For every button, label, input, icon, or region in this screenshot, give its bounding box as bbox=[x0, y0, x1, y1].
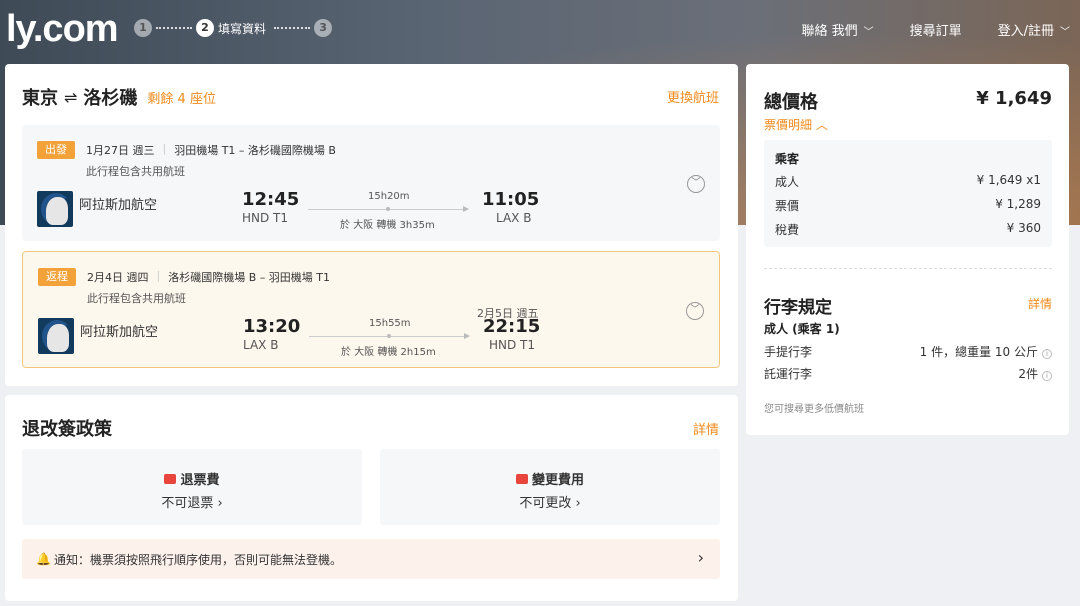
more-low-fares-link[interactable]: 您可搜尋更多低價航班 bbox=[764, 400, 864, 415]
expand-chevron-icon[interactable]: ﹀ bbox=[687, 175, 705, 193]
price-row-tax: 稅費 ¥ 360 bbox=[775, 221, 1041, 238]
codeshare-note: 此行程包含共用航班 bbox=[86, 165, 185, 178]
refund-fee-box[interactable]: 退票費 不可退票 › bbox=[22, 449, 362, 525]
segment-info: 2月4日 週四 | 洛杉磯國際機場 B – 羽田機場 T1 bbox=[87, 269, 330, 285]
checked-baggage-row: 託運行李 2件 i bbox=[764, 365, 1052, 382]
step-2-label: 填寫資料 bbox=[218, 21, 267, 36]
airline-name: 阿拉斯加航空 bbox=[80, 325, 159, 340]
baggage-value: 2件 bbox=[1018, 367, 1038, 381]
top-nav: 聯絡 我們 ﹀ 搜尋訂單 登入/註冊 ﹀ bbox=[801, 20, 1070, 39]
change-flight-link[interactable]: 更換航班 bbox=[667, 87, 719, 106]
flight-duration: 15h55m bbox=[369, 318, 411, 329]
site-logo[interactable]: ly.com bbox=[6, 8, 119, 51]
info-icon[interactable]: i bbox=[1042, 371, 1052, 381]
segment-outbound[interactable]: 出發 1月27日 週三 | 羽田機場 T1 – 洛杉磯國際機場 B 此行程包含共… bbox=[22, 125, 720, 241]
route-header: 東京 ⇌ 洛杉磯 剩餘 4 座位 bbox=[22, 84, 216, 110]
ticket-icon bbox=[164, 473, 177, 484]
nav-search-orders[interactable]: 搜尋訂單 bbox=[910, 20, 962, 39]
baggage-detail-link[interactable]: 詳情 bbox=[1028, 295, 1052, 312]
price-card: 總價格 ¥ 1,649 票價明細 ︿ 乘客 成人 ¥ 1,649 x1 票價 ¥… bbox=[746, 64, 1069, 435]
total-price-value: ¥ 1,649 bbox=[976, 88, 1052, 109]
change-title: 變更費用 bbox=[531, 473, 584, 488]
info-icon[interactable]: i bbox=[1042, 349, 1052, 359]
arrival-airport: LAX B bbox=[496, 211, 532, 225]
step-divider bbox=[274, 27, 311, 29]
price-detail-toggle[interactable]: 票價明細 ︿ bbox=[764, 116, 828, 133]
total-price-title: 總價格 bbox=[764, 92, 818, 113]
price-label: 票價 bbox=[775, 199, 800, 213]
passenger-title: 乘客 bbox=[775, 152, 800, 166]
destination-city: 洛杉磯 bbox=[83, 88, 138, 109]
expand-chevron-icon[interactable]: ﹀ bbox=[686, 302, 704, 320]
notice-bar[interactable]: 🔔 通知：機票須按照飛行順序使用，否則可能無法登機。 › bbox=[22, 539, 720, 579]
segment-info: 1月27日 週三 | 羽田機場 T1 – 洛杉磯國際機場 B bbox=[86, 142, 336, 158]
departure-time: 13:20 bbox=[243, 316, 301, 337]
change-value: 不可更改 › bbox=[519, 496, 581, 511]
chevron-down-icon: ﹀ bbox=[1060, 27, 1070, 38]
arrival-time: 22:15 bbox=[483, 316, 541, 337]
segment-route: 洛杉磯國際機場 B – 羽田機場 T1 bbox=[168, 271, 330, 284]
departure-airport: LAX B bbox=[243, 338, 279, 352]
step-1: 1 bbox=[134, 19, 152, 37]
baggage-label: 手提行李 bbox=[764, 345, 813, 359]
price-value: ¥ 1,649 x1 bbox=[976, 173, 1041, 187]
change-icon bbox=[515, 473, 528, 484]
airline-name: 阿拉斯加航空 bbox=[79, 198, 158, 213]
passenger-price-box: 乘客 成人 ¥ 1,649 x1 票價 ¥ 1,289 稅費 ¥ 360 bbox=[764, 140, 1052, 247]
transfer-info: 於 大阪 轉機 2h15m bbox=[341, 347, 436, 358]
segment-date: 1月27日 週三 bbox=[86, 144, 155, 157]
flight-track bbox=[309, 333, 470, 339]
change-fee-box[interactable]: 變更費用 不可更改 › bbox=[380, 449, 720, 525]
baggage-passenger: 成人 (乘客 1) bbox=[764, 322, 840, 336]
separator: | bbox=[156, 269, 161, 282]
separator: | bbox=[162, 142, 167, 155]
booking-steps: 1 2 填寫資料 3 bbox=[134, 19, 333, 37]
chevron-right-icon: › bbox=[697, 548, 704, 567]
segment-route: 羽田機場 T1 – 洛杉磯國際機場 B bbox=[174, 144, 336, 157]
policy-title: 退改簽政策 bbox=[22, 419, 112, 440]
price-row-adult: 成人 ¥ 1,649 x1 bbox=[775, 173, 1041, 190]
segment-return[interactable]: 返程 2月4日 週四 | 洛杉磯國際機場 B – 羽田機場 T1 此行程包含共用… bbox=[22, 251, 720, 368]
origin-city: 東京 bbox=[22, 88, 58, 109]
policy-detail-link[interactable]: 詳情 bbox=[693, 419, 719, 438]
segment-badge: 出發 bbox=[37, 141, 75, 159]
chevron-down-icon: ﹀ bbox=[863, 27, 874, 38]
round-trip-icon: ⇌ bbox=[64, 87, 78, 107]
refund-title: 退票費 bbox=[180, 473, 220, 488]
baggage-value: 1 件，總重量 10 公斤 bbox=[919, 345, 1038, 359]
flight-card: 東京 ⇌ 洛杉磯 剩餘 4 座位 更換航班 出發 1月27日 週三 | 羽田機場… bbox=[5, 64, 738, 386]
price-label: 成人 bbox=[775, 175, 800, 189]
flight-track bbox=[308, 206, 469, 212]
nav-contact[interactable]: 聯絡 我們 ﹀ bbox=[801, 20, 873, 39]
divider bbox=[764, 268, 1052, 269]
price-row-fare: 票價 ¥ 1,289 bbox=[775, 197, 1041, 214]
departure-time: 12:45 bbox=[242, 189, 300, 210]
arrival-time: 11:05 bbox=[482, 189, 540, 210]
transfer-info: 於 大阪 轉機 3h35m bbox=[340, 220, 435, 231]
top-bar: ly.com 1 2 填寫資料 3 聯絡 我們 ﹀ 搜尋訂單 登入/註冊 ﹀ bbox=[0, 0, 1080, 58]
carry-on-row: 手提行李 1 件，總重量 10 公斤 i bbox=[764, 343, 1052, 360]
arrival-airport: HND T1 bbox=[489, 338, 536, 352]
notice-text: 通知：機票須按照飛行順序使用，否則可能無法登機。 bbox=[54, 553, 343, 567]
price-value: ¥ 360 bbox=[1006, 221, 1041, 235]
refund-value: 不可退票 › bbox=[161, 496, 223, 511]
nav-login[interactable]: 登入/註冊 ﹀ bbox=[998, 20, 1070, 39]
step-divider bbox=[156, 27, 192, 29]
airline-logo-icon bbox=[38, 318, 74, 354]
step-3: 3 bbox=[314, 19, 333, 37]
step-2: 2 bbox=[196, 19, 214, 37]
policy-card: 退改簽政策 詳情 退票費 不可退票 › 變更費用 不可更改 › 🔔 通知：機票須… bbox=[5, 395, 738, 601]
departure-airport: HND T1 bbox=[242, 211, 289, 225]
codeshare-note: 此行程包含共用航班 bbox=[87, 292, 186, 305]
baggage-label: 託運行李 bbox=[764, 367, 813, 381]
segment-date: 2月4日 週四 bbox=[87, 271, 149, 284]
seats-left: 剩餘 4 座位 bbox=[147, 91, 216, 107]
baggage-title: 行李規定 bbox=[764, 298, 832, 318]
price-value: ¥ 1,289 bbox=[995, 197, 1041, 211]
segment-badge: 返程 bbox=[38, 268, 76, 286]
flight-duration: 15h20m bbox=[368, 191, 410, 202]
bell-icon: 🔔 bbox=[36, 552, 51, 566]
airline-logo-icon bbox=[37, 191, 73, 227]
price-label: 稅費 bbox=[775, 223, 800, 237]
